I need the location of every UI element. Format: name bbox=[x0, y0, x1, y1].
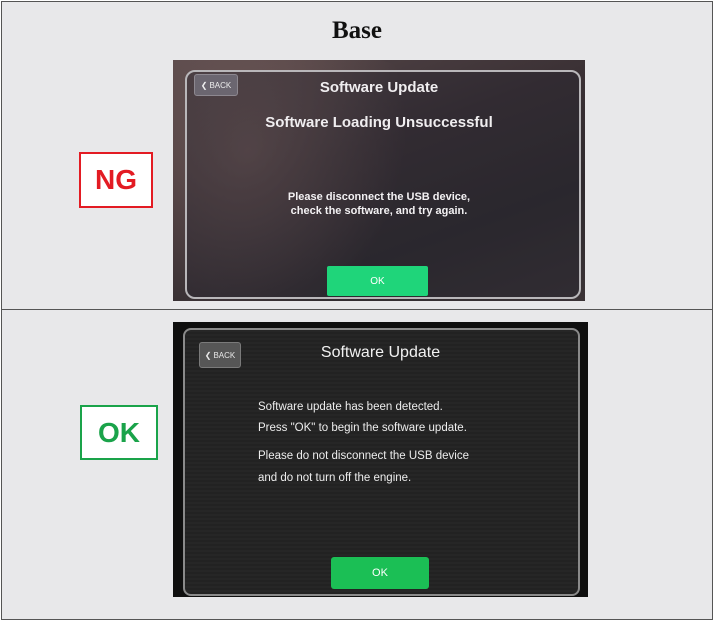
ok-message-line: and do not turn off the engine. bbox=[258, 472, 412, 484]
section-divider bbox=[1, 309, 712, 310]
ng-screen-message: Please disconnect the USB device, check … bbox=[173, 190, 585, 218]
ok-ok-button[interactable]: OK bbox=[331, 557, 429, 589]
ng-screen-title: Software Update bbox=[319, 79, 439, 96]
ng-screen-bezel bbox=[185, 70, 581, 299]
ok-screen-panel bbox=[183, 328, 580, 596]
ok-message-line: Software update has been detected. bbox=[258, 401, 443, 413]
ok-screen-title: Software Update bbox=[320, 344, 441, 361]
ng-screen-photo bbox=[173, 60, 585, 301]
ok-label: OK bbox=[80, 405, 158, 460]
page-title: Base bbox=[332, 17, 382, 44]
ng-message-line: Please disconnect the USB device, bbox=[287, 191, 471, 203]
ng-screen-subtitle: Software Loading Unsuccessful bbox=[265, 114, 493, 131]
ng-message-line: check the software, and try again. bbox=[290, 205, 468, 217]
ng-ok-button[interactable]: OK bbox=[327, 266, 428, 296]
ng-label: NG bbox=[79, 152, 153, 208]
ok-message-line: Please do not disconnect the USB device bbox=[258, 450, 469, 462]
ok-message-line: Press "OK" to begin the software update. bbox=[258, 422, 467, 434]
